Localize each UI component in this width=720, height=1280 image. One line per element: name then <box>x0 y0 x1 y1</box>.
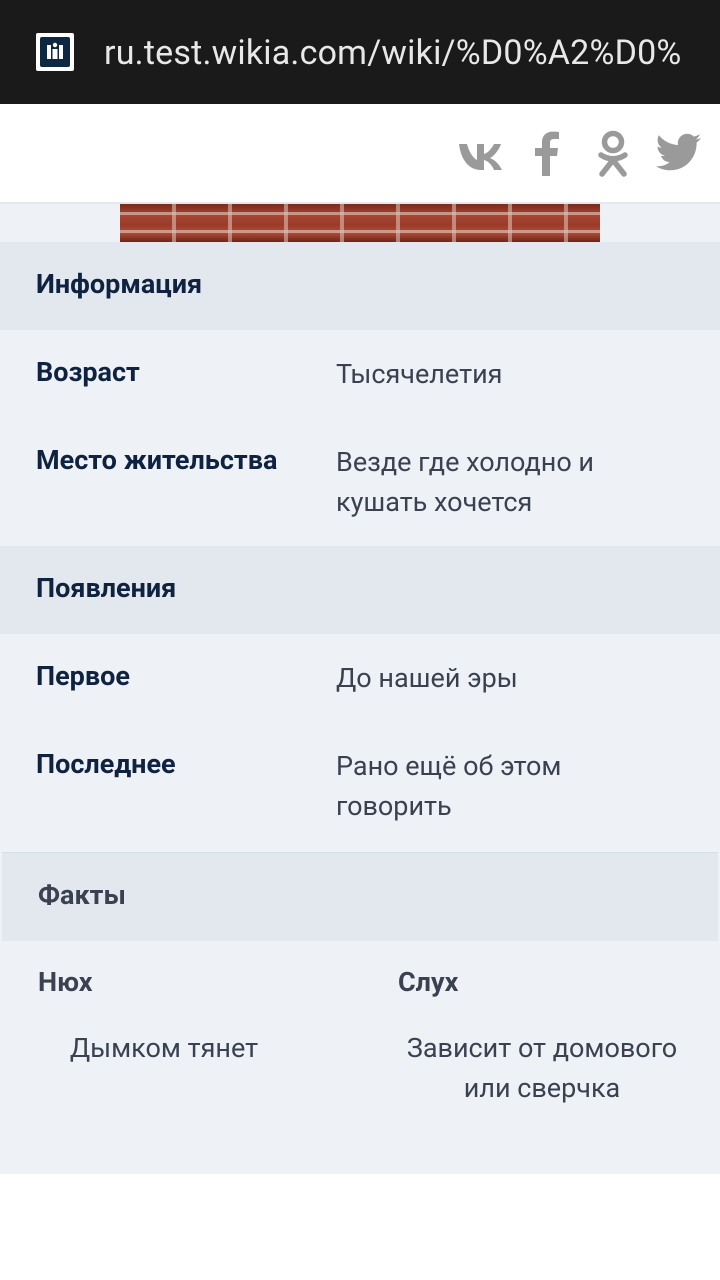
info-section-title: Информация <box>36 268 203 300</box>
last-appearance-value: Рано ещё об этом говорить <box>336 750 562 822</box>
twitter-icon[interactable] <box>654 128 704 178</box>
hearing-label: Слух <box>398 966 459 998</box>
infobox-image[interactable] <box>120 204 600 242</box>
residence-value: Везде где холодно и кушать хочется <box>336 446 595 518</box>
first-appearance-label: Первое <box>36 660 130 692</box>
browser-url-bar[interactable]: ru.test.wikia.com/wiki/%D0%A2%D0% <box>0 0 720 104</box>
info-section-header: Информация <box>0 242 720 330</box>
url-text[interactable]: ru.test.wikia.com/wiki/%D0%A2%D0% <box>104 28 704 78</box>
facebook-icon[interactable] <box>522 128 572 178</box>
smell-value: Дымком тянет <box>69 1032 259 1064</box>
vk-icon[interactable] <box>456 128 506 178</box>
facts-section-header[interactable]: Факты <box>2 852 718 941</box>
appearances-section-header: Появления <box>0 546 720 634</box>
smell-label: Нюх <box>38 966 93 998</box>
infobox: Информация Возраст Тысячелетия Место жит… <box>0 204 720 1174</box>
first-appearance-value: До нашей эры <box>336 662 518 694</box>
hearing-value: Зависит от домового или сверчка <box>406 1032 678 1104</box>
age-label: Возраст <box>36 356 140 388</box>
residence-label: Место жительства <box>36 444 278 476</box>
wikia-icon[interactable] <box>36 33 74 71</box>
appearances-section-title: Появления <box>36 572 177 604</box>
facts-section-title: Факты <box>38 879 126 911</box>
share-bar <box>0 104 720 204</box>
odnoklassniki-icon[interactable] <box>588 128 638 178</box>
last-appearance-label: Последнее <box>36 748 176 780</box>
age-value: Тысячелетия <box>336 358 503 390</box>
